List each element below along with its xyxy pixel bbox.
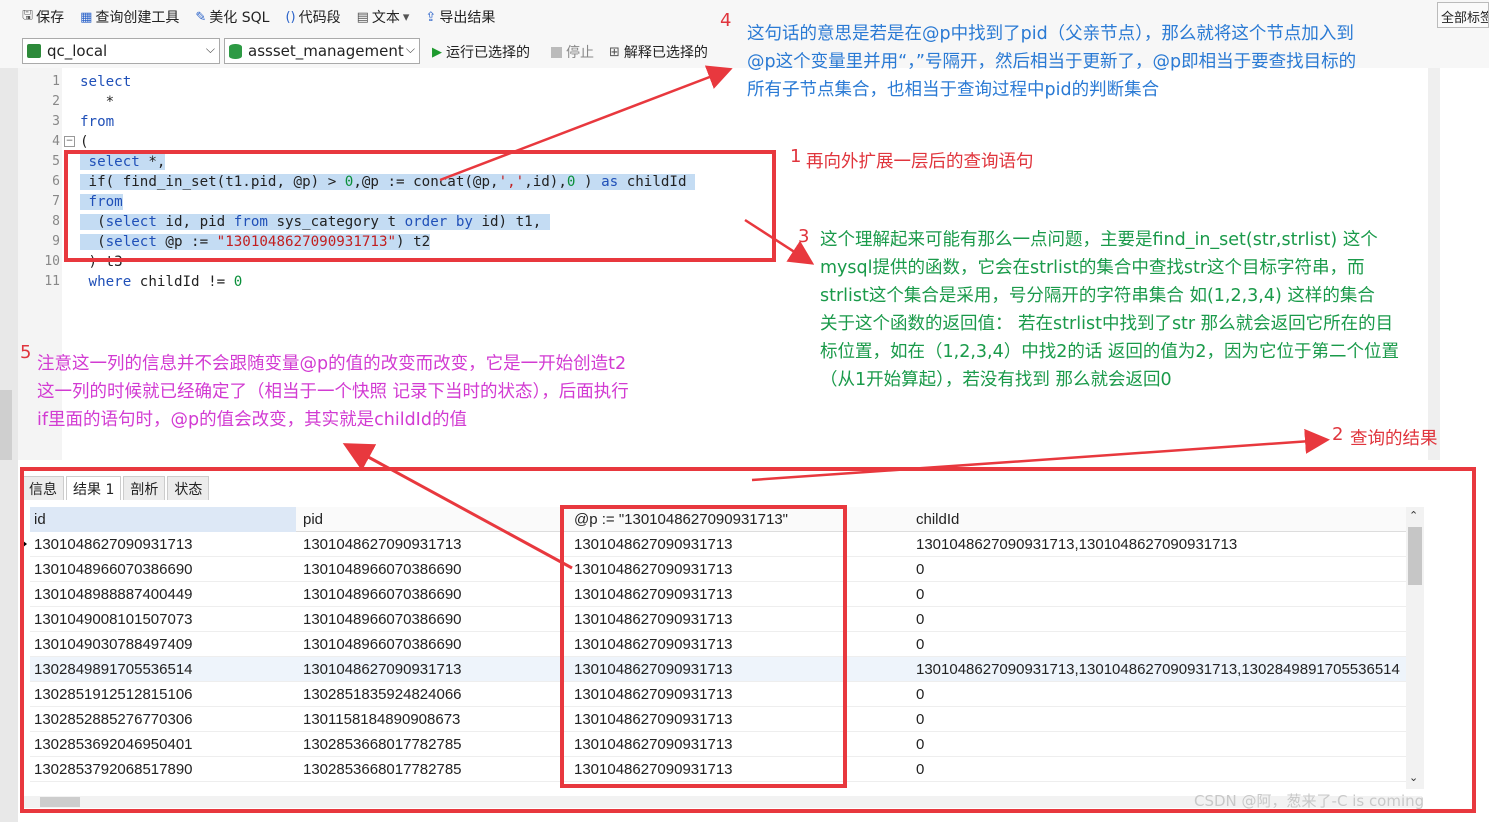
snippet-icon: () xyxy=(285,9,296,25)
database-icon xyxy=(229,43,242,59)
save-button[interactable]: 🖫 保存 xyxy=(22,6,64,28)
line-number: 9 xyxy=(52,234,60,249)
editor-vertical-scrollbar[interactable] xyxy=(1428,68,1440,460)
code-line[interactable]: 3 from xyxy=(18,112,1418,132)
snippet-label: 代码段 xyxy=(298,10,341,26)
note-5-number: 5 xyxy=(20,342,32,363)
note-2-number: 2 xyxy=(1332,424,1344,445)
beautify-label: 美化 SQL xyxy=(209,10,270,26)
fold-toggle-icon[interactable]: − xyxy=(64,136,75,147)
export-results-button[interactable]: ⇪ 导出结果 xyxy=(425,7,495,27)
code-token: * xyxy=(80,94,115,110)
text-button[interactable]: ▤ 文本 ▾ xyxy=(357,7,410,27)
note-3-number: 3 xyxy=(798,226,810,247)
note-line: （从1开始算起），若没有找到 那么就会返回0 xyxy=(820,370,1172,390)
code-token: 0 xyxy=(233,274,243,290)
text-label: 文本 xyxy=(371,10,400,26)
note-line: @p这个变量里并用“，”号隔开，然后相当于更新了，@p即相当于要查找目标的 xyxy=(747,52,1357,72)
run-selected-label: 运行已选择的 xyxy=(446,45,530,61)
query-builder-icon: ▦ xyxy=(80,9,93,25)
line-number: 3 xyxy=(52,114,60,129)
chevron-down-icon: ⌵ xyxy=(205,42,215,56)
export-label: 导出结果 xyxy=(439,10,496,26)
code-token: ( xyxy=(80,134,89,150)
connection-select[interactable]: qc_local ⌵ xyxy=(22,38,220,64)
note-line: 这句话的意思是若是在@p中找到了pid（父亲节点），那么就将这个节点加入到 xyxy=(747,24,1354,44)
note-line: 标位置，如在（1,2,3,4）中找2的话 返回的值为2，因为它位于第二个位置 xyxy=(820,342,1400,362)
line-number: 5 xyxy=(52,154,60,169)
beautify-sql-button[interactable]: ✎ 美化 SQL xyxy=(195,7,269,27)
note-line: 注意这一列的信息并不会跟随变量@p的值的改变而改变，它是一开始创造t2 xyxy=(37,354,627,374)
line-number: 1 xyxy=(52,74,60,89)
chevron-down-icon: ⌵ xyxy=(405,42,415,56)
note-line: strlist这个集合是采用，号分隔开的字符串集合 如(1,2,3,4) 这样的… xyxy=(820,286,1375,306)
stop-button[interactable]: 停止 xyxy=(551,42,594,62)
query-builder-button[interactable]: ▦ 查询创建工具 xyxy=(80,7,179,27)
beautify-icon: ✎ xyxy=(195,9,207,25)
code-token: from xyxy=(80,114,115,130)
note-5-text: 注意这一列的信息并不会跟随变量@p的值的改变而改变，它是一开始创造t2 这一列的时… xyxy=(37,350,629,434)
run-selected-button[interactable]: ▶ 运行已选择的 xyxy=(432,42,530,62)
note-1-text: 再向外扩展一层后的查询语句 xyxy=(806,152,1034,172)
database-name: assset_management xyxy=(248,42,404,60)
note-line: 关于这个函数的返回值： 若在strlist中找到了str 那么就会返回它所在的目 xyxy=(820,314,1394,334)
line-number: 6 xyxy=(52,174,60,189)
note-4-number: 4 xyxy=(720,10,732,31)
line-number: 2 xyxy=(52,94,60,109)
note-1-number: 1 xyxy=(790,146,802,167)
explain-selected-button[interactable]: ⊞ 解释已选择的 xyxy=(609,42,708,62)
note-line: 所有子节点集合，也相当于查询过程中pid的判断集合 xyxy=(747,80,1160,100)
column-highlight-box xyxy=(560,505,847,788)
note-3-text: 这个理解起来可能有那么一点问题，主要是find_in_set(str,strli… xyxy=(820,226,1399,394)
play-icon: ▶ xyxy=(432,44,442,60)
export-icon: ⇪ xyxy=(425,9,437,25)
all-tabs-button[interactable]: 全部标签 xyxy=(1437,2,1489,28)
code-text: from xyxy=(80,112,114,132)
dropdown-caret-icon: ▾ xyxy=(402,9,410,25)
stop-icon xyxy=(551,46,562,58)
code-token: childId != xyxy=(131,274,234,290)
note-2-text: 查询的结果 xyxy=(1350,429,1438,449)
stop-label: 停止 xyxy=(566,45,594,61)
note-line: 这一列的时候就已经确定了（相当于一个快照 记录下当时的状态），后面执行 xyxy=(37,382,629,402)
query-builder-label: 查询创建工具 xyxy=(95,10,180,26)
note-4-text: 这句话的意思是若是在@p中找到了pid（父亲节点），那么就将这个节点加入到 @p这… xyxy=(747,20,1356,104)
line-number: 11 xyxy=(44,274,60,289)
watermark: CSDN @阿，葱来了-C is coming xyxy=(1194,792,1425,810)
code-text: ( xyxy=(80,132,89,152)
note-line: if里面的语句时，@p的值会改变，其实就是childId的值 xyxy=(37,410,467,430)
code-text: where childId != 0 xyxy=(80,272,243,292)
note-line: 这个理解起来可能有那么一点问题，主要是find_in_set(str,strli… xyxy=(820,230,1378,250)
save-label: 保存 xyxy=(36,10,65,26)
explain-icon: ⊞ xyxy=(609,44,620,60)
note-line: mysql提供的函数，它会在strlist的集合中查找str这个目标字符串，而 xyxy=(820,258,1365,278)
line-number: 4 xyxy=(52,134,60,149)
explain-selected-label: 解释已选择的 xyxy=(623,45,708,61)
code-line[interactable]: 4−( xyxy=(18,132,1418,152)
connection-icon xyxy=(27,44,41,58)
code-text: * xyxy=(80,92,115,112)
line-number: 10 xyxy=(44,254,60,269)
connection-name: qc_local xyxy=(47,42,108,60)
snippet-button[interactable]: () 代码段 xyxy=(285,7,340,27)
code-token: where xyxy=(88,274,132,290)
code-text: select xyxy=(80,72,131,92)
line-number: 7 xyxy=(52,194,60,209)
save-icon: 🖫 xyxy=(22,8,34,23)
database-select[interactable]: assset_management ⌵ xyxy=(224,38,420,64)
query-highlight-box xyxy=(64,150,776,262)
code-token: select xyxy=(80,74,132,90)
text-file-icon: ▤ xyxy=(356,9,369,25)
left-panel-handle[interactable] xyxy=(0,390,12,460)
line-number: 8 xyxy=(52,214,60,229)
